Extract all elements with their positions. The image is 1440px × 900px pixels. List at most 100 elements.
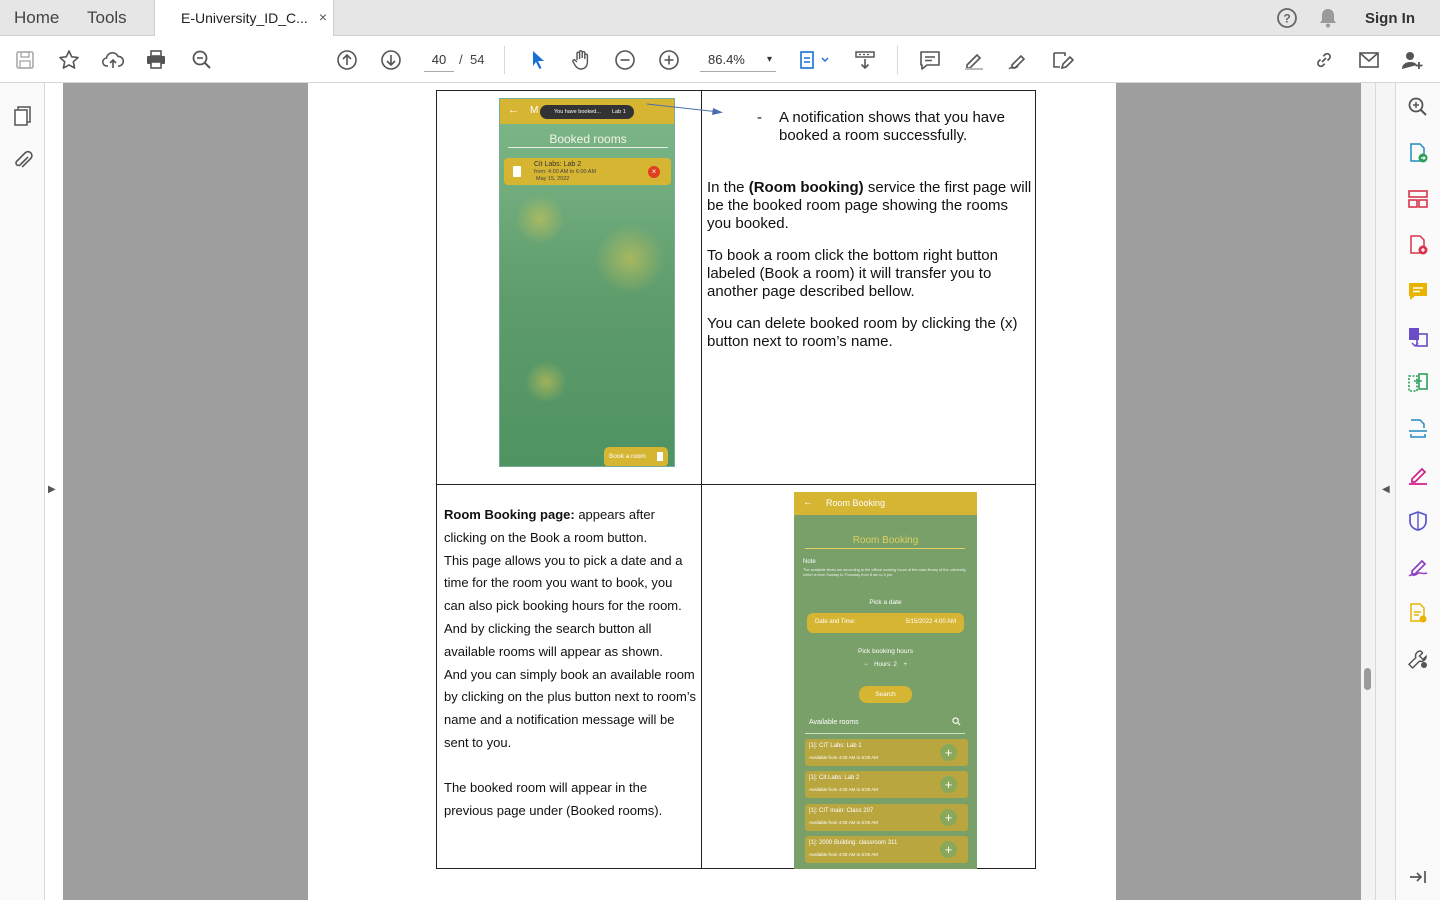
page-total: 54: [470, 52, 485, 67]
zoom-out-icon[interactable]: [613, 48, 637, 72]
room-name: [1]: CIT Labs: Lab 1: [809, 743, 862, 749]
create-pdf-icon[interactable]: [1406, 233, 1430, 257]
protect-shield-icon[interactable]: [1406, 509, 1430, 533]
bullet-text: A notification shows that you have booke…: [779, 109, 1005, 144]
close-tab-icon[interactable]: ×: [319, 9, 327, 25]
scan-pdf-icon[interactable]: [1406, 417, 1430, 441]
toolbar: 40 / 54 86.4% ▾: [0, 36, 1440, 83]
toast-room: Lab 1: [612, 109, 626, 115]
export-pdf-icon[interactable]: [1406, 141, 1430, 165]
document-tab-title: E-University_ID_C...: [181, 10, 308, 26]
tab-bar: Home Tools E-University_ID_C... × ? Sign…: [0, 0, 1440, 37]
combine-files-icon[interactable]: [1406, 325, 1430, 349]
pages-icon[interactable]: [11, 104, 35, 128]
plus-icon: +: [940, 776, 957, 793]
book-a-room-label: Book a room: [609, 453, 646, 460]
room-booking-screenshot: ← Room Booking Room Booking Note The ava…: [794, 492, 977, 869]
expand-left-panel-icon[interactable]: ▶: [48, 484, 56, 495]
search-icon: [952, 717, 961, 728]
print-icon[interactable]: [144, 48, 168, 72]
tools-pane: [1395, 83, 1440, 900]
star-icon[interactable]: [57, 48, 81, 72]
booked-rooms-screenshot: ← M You have booked... Lab 1 Booked room…: [499, 98, 675, 467]
toolbar-divider: [504, 46, 505, 74]
edit-text-icon[interactable]: [1050, 48, 1075, 72]
zoom-level-value: 86.4%: [708, 52, 745, 67]
collapse-pane-icon[interactable]: [1406, 865, 1430, 889]
tab-document[interactable]: E-University_ID_C... ×: [154, 0, 334, 37]
booked-rooms-description: - A notification shows that you have boo…: [707, 109, 1032, 365]
hand-tool-icon[interactable]: [569, 48, 593, 72]
header-title: M: [530, 105, 539, 116]
save-icon[interactable]: [13, 48, 37, 72]
comment-icon[interactable]: [918, 48, 942, 72]
email-icon[interactable]: [1357, 48, 1381, 72]
room-booking-title: Room Booking: [852, 535, 919, 546]
room-name: [1]: Cit Labs: Lab 2: [809, 775, 860, 781]
attachment-icon[interactable]: [11, 149, 35, 173]
room-availability: Available from 4:00 AM to 6:00 AM: [809, 787, 878, 792]
tab-home[interactable]: Home: [14, 0, 59, 36]
available-rooms-label: Available rooms: [809, 719, 859, 726]
next-page-icon[interactable]: [379, 48, 403, 72]
send-for-signature-icon[interactable]: [1406, 555, 1430, 579]
delete-icon: ×: [648, 166, 660, 178]
scroll-mode-icon[interactable]: [853, 48, 877, 72]
help-icon[interactable]: ?: [1275, 6, 1299, 30]
zoom-search-icon[interactable]: [190, 48, 214, 72]
previous-page-icon[interactable]: [335, 48, 359, 72]
notification-toast: You have booked... Lab 1: [540, 105, 634, 119]
notification-bullet: - A notification shows that you have boo…: [707, 109, 1032, 145]
previous-page-paragraph: The booked room will appear in the previ…: [444, 779, 663, 818]
compare-files-icon[interactable]: [1406, 371, 1430, 395]
upload-cloud-icon[interactable]: [101, 48, 125, 72]
zoom-in-icon[interactable]: [657, 48, 681, 72]
sign-in-link[interactable]: Sign In: [1365, 10, 1415, 27]
collapse-right-panel-icon[interactable]: ◀: [1382, 484, 1390, 495]
highlighter-icon[interactable]: [962, 48, 986, 72]
organize-pages-icon[interactable]: [1406, 187, 1430, 211]
request-signature-icon[interactable]: [1406, 601, 1430, 625]
booked-rooms-title: Booked rooms: [549, 132, 627, 146]
background-blob: [525, 361, 567, 403]
pick-hours-label: Pick booking hours: [858, 648, 913, 655]
title-rule: [805, 548, 965, 549]
svg-text:?: ?: [1283, 12, 1290, 26]
document-table: ← M You have booked... Lab 1 Booked room…: [436, 90, 1036, 869]
page-number-input[interactable]: 40: [424, 48, 454, 72]
add-user-icon[interactable]: [1400, 48, 1424, 72]
heading-bold: Room Booking page:: [444, 507, 575, 522]
room-availability: Available from 4:00 AM to 6:00 AM: [809, 820, 878, 825]
search-button: Search: [859, 686, 912, 703]
available-rule: [805, 733, 965, 734]
bell-icon[interactable]: [1316, 6, 1340, 30]
book-a-room-button: Book a room: [604, 447, 668, 466]
search-paragraph: And by clicking the search button all av…: [444, 620, 663, 659]
select-cursor-icon[interactable]: [526, 48, 550, 72]
plus-button-paragraph: And you can simply book an available roo…: [444, 666, 696, 750]
table-row-divider: [437, 484, 1035, 485]
draw-icon[interactable]: [1006, 48, 1030, 72]
vertical-scrollbar[interactable]: [1361, 83, 1375, 900]
toast-text: You have booked...: [554, 109, 601, 115]
left-navigation-panel: [0, 83, 45, 900]
date-time-field: Date and Time: 5/15/2022 4:00 AM: [807, 613, 964, 633]
comment-tool-icon[interactable]: [1406, 279, 1430, 303]
page-fit-icon[interactable]: [798, 48, 832, 72]
chevron-down-icon: ▾: [766, 54, 772, 65]
booked-room-name: Cit Labs: Lab 2: [534, 161, 582, 168]
date-time-value: 5/15/2022 4:00 AM: [905, 619, 956, 625]
door-icon: [513, 166, 521, 177]
zoom-tool-icon[interactable]: [1406, 95, 1430, 119]
book-room-paragraph: To book a room click the bottom right bu…: [707, 247, 998, 300]
tab-tools[interactable]: Tools: [87, 0, 127, 36]
share-link-icon[interactable]: [1312, 48, 1336, 72]
note-text: The available times are according to the…: [803, 568, 967, 577]
fill-sign-icon[interactable]: [1406, 463, 1430, 487]
zoom-level-select[interactable]: 86.4% ▾: [700, 48, 776, 72]
scrollbar-thumb[interactable]: [1364, 668, 1371, 690]
more-tools-icon[interactable]: [1406, 647, 1430, 671]
room-availability: Available from 4:00 AM to 6:00 AM: [809, 852, 878, 857]
booked-room-time: from: 4:00 AM to 6:00 AM: [534, 169, 597, 175]
door-icon: [657, 452, 663, 461]
